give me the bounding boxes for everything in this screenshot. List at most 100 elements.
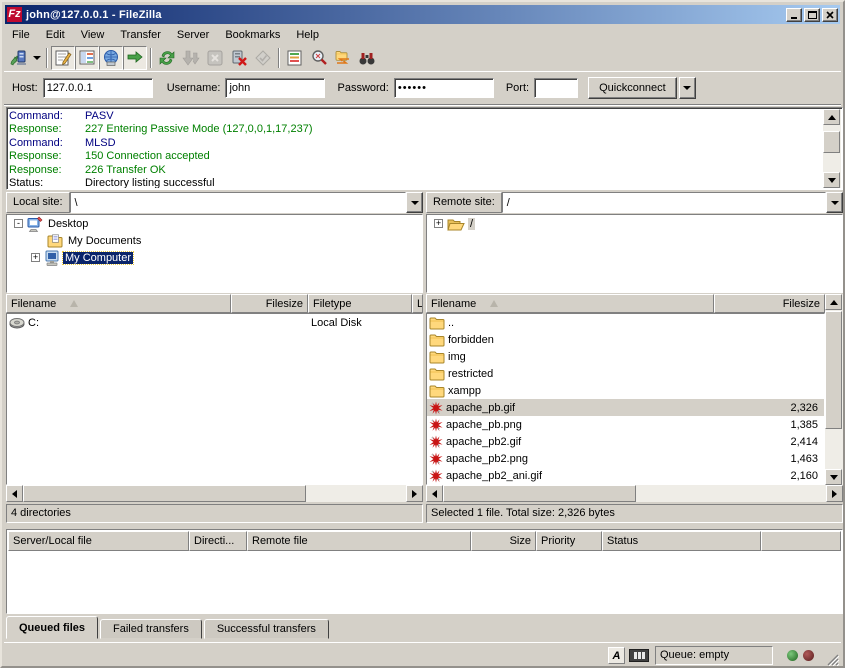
- scroll-thumb[interactable]: [443, 485, 636, 502]
- column-remote-file[interactable]: Remote file: [247, 531, 471, 551]
- menu-transfer[interactable]: Transfer: [112, 27, 169, 43]
- file-row[interactable]: C: Local Disk: [7, 314, 422, 331]
- find-files-button[interactable]: [355, 46, 379, 70]
- disconnect-button[interactable]: [227, 46, 251, 70]
- port-label: Port:: [506, 82, 529, 94]
- port-input[interactable]: [534, 78, 578, 98]
- tab-failed-transfers[interactable]: Failed transfers: [100, 619, 202, 639]
- minimize-button[interactable]: [786, 8, 802, 22]
- tree-item-my-computer[interactable]: + My Computer: [7, 249, 422, 266]
- column-direction[interactable]: Directi...: [189, 531, 247, 551]
- toggle-message-log-button[interactable]: [51, 46, 75, 70]
- file-row[interactable]: xampp: [427, 382, 824, 399]
- username-input[interactable]: [225, 78, 325, 98]
- cancel-operation-button[interactable]: [203, 46, 227, 70]
- synchronized-browsing-button[interactable]: [331, 46, 355, 70]
- quickconnect-button[interactable]: Quickconnect: [588, 77, 677, 99]
- message-log: Command:PASV Response:227 Entering Passi…: [6, 107, 843, 190]
- mode-indicator-icon[interactable]: [629, 649, 649, 662]
- maximize-icon: [808, 11, 817, 19]
- site-manager-icon: [9, 48, 28, 67]
- quickconnect-dropdown[interactable]: [679, 77, 696, 99]
- column-empty: [761, 531, 841, 551]
- file-row[interactable]: apache_pb.png1,385: [427, 416, 824, 433]
- file-row[interactable]: apache_pb2.png1,463: [427, 450, 824, 467]
- expand-icon[interactable]: +: [434, 219, 443, 228]
- scroll-right-button[interactable]: [826, 485, 843, 502]
- file-row[interactable]: apache_pb2.gif2,414: [427, 433, 824, 450]
- column-server-local-file[interactable]: Server/Local file: [8, 531, 189, 551]
- remote-site-combo[interactable]: /: [502, 192, 826, 213]
- scroll-left-button[interactable]: [426, 485, 443, 502]
- site-manager-dropdown[interactable]: [30, 47, 43, 69]
- menu-file[interactable]: File: [4, 27, 38, 43]
- filter-button[interactable]: [283, 46, 307, 70]
- file-row[interactable]: img: [427, 348, 824, 365]
- column-filesize[interactable]: Filesize: [231, 294, 308, 313]
- resize-grip[interactable]: [825, 652, 839, 666]
- file-row[interactable]: forbidden: [427, 331, 824, 348]
- menu-bookmarks[interactable]: Bookmarks: [217, 27, 288, 43]
- column-size[interactable]: Size: [471, 531, 536, 551]
- directory-comparison-button[interactable]: [307, 46, 331, 70]
- local-hscrollbar[interactable]: [6, 485, 423, 502]
- binoculars-icon: [358, 49, 376, 67]
- remote-tree: + /: [426, 214, 843, 293]
- file-row[interactable]: apache_pb2_ani.gif2,160: [427, 467, 824, 484]
- close-button[interactable]: [822, 8, 838, 22]
- toggle-local-tree-button[interactable]: [75, 46, 99, 70]
- scroll-left-button[interactable]: [6, 485, 23, 502]
- local-site-combo[interactable]: \: [70, 192, 406, 213]
- tree-item-desktop[interactable]: - Desktop: [7, 215, 422, 232]
- file-row[interactable]: restricted: [427, 365, 824, 382]
- my-computer-icon: [44, 250, 60, 266]
- scroll-up-button[interactable]: [823, 109, 840, 125]
- file-row-selected[interactable]: apache_pb.gif2,326: [427, 399, 824, 416]
- scroll-thumb[interactable]: [825, 311, 842, 429]
- scroll-up-button[interactable]: [825, 294, 842, 310]
- tree-item-root[interactable]: + /: [427, 215, 842, 232]
- collapse-icon[interactable]: -: [14, 219, 23, 228]
- column-filesize[interactable]: Filesize: [714, 294, 825, 313]
- menu-edit[interactable]: Edit: [38, 27, 73, 43]
- toggle-remote-tree-button[interactable]: [99, 46, 123, 70]
- remote-site-dropdown[interactable]: [826, 192, 843, 213]
- password-input[interactable]: [394, 78, 494, 98]
- tab-successful-transfers[interactable]: Successful transfers: [204, 619, 329, 639]
- host-input[interactable]: [43, 78, 153, 98]
- column-status[interactable]: Status: [602, 531, 761, 551]
- transfer-type-indicator-icon[interactable]: A: [608, 647, 625, 664]
- chevron-down-icon: [831, 201, 839, 205]
- tab-queued-files[interactable]: Queued files: [6, 616, 98, 639]
- refresh-button[interactable]: [155, 46, 179, 70]
- maximize-button[interactable]: [804, 8, 820, 22]
- scroll-thumb[interactable]: [23, 485, 306, 502]
- scroll-right-button[interactable]: [406, 485, 423, 502]
- abort-button[interactable]: [251, 46, 275, 70]
- log-scrollbar[interactable]: [823, 109, 841, 188]
- scroll-down-button[interactable]: [823, 172, 840, 188]
- queue-header: Server/Local file Directi... Remote file…: [8, 531, 841, 551]
- tree-item-my-documents[interactable]: My Documents: [7, 232, 422, 249]
- menu-view[interactable]: View: [73, 27, 113, 43]
- title-bar[interactable]: Fz john@127.0.0.1 - FileZilla: [5, 5, 840, 24]
- file-row[interactable]: ..: [427, 314, 824, 331]
- column-priority[interactable]: Priority: [536, 531, 602, 551]
- site-manager-button[interactable]: [6, 46, 30, 70]
- column-filetype[interactable]: Filetype: [308, 294, 412, 313]
- column-filename[interactable]: Filename: [6, 294, 231, 313]
- column-filename[interactable]: Filename: [426, 294, 714, 313]
- remote-hscrollbar[interactable]: [426, 485, 843, 502]
- local-site-dropdown[interactable]: [406, 192, 423, 213]
- expand-icon[interactable]: +: [31, 253, 40, 262]
- remote-vscrollbar[interactable]: [825, 294, 843, 485]
- scroll-down-button[interactable]: [825, 469, 842, 485]
- process-queue-button[interactable]: [179, 46, 203, 70]
- host-label: Host:: [12, 82, 38, 94]
- menu-server[interactable]: Server: [169, 27, 217, 43]
- column-last-modified[interactable]: L: [412, 294, 423, 313]
- menu-help[interactable]: Help: [288, 27, 327, 43]
- queue-body[interactable]: [8, 551, 841, 612]
- toggle-transfer-queue-button[interactable]: [123, 46, 147, 70]
- scroll-thumb[interactable]: [823, 131, 840, 153]
